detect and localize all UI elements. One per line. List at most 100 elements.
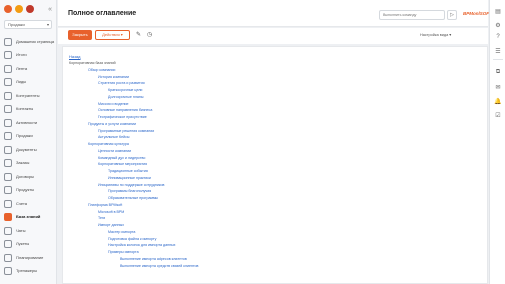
bucket-icon: [4, 240, 12, 249]
sidebar-item-label: Продажи: [16, 133, 33, 139]
chat-icon[interactable]: ☰: [494, 48, 502, 56]
sidebar-item[interactable]: Чаты: [0, 224, 56, 238]
toc-item[interactable]: Мастер импорта: [108, 230, 135, 234]
sidebar-item-label: Активности: [16, 119, 38, 125]
play-icon[interactable]: [15, 5, 23, 13]
sidebar-item-label: Договоры: [16, 173, 34, 179]
sidebar-item-label: Лента: [16, 65, 28, 71]
toc-item[interactable]: Обзор компании: [88, 68, 115, 72]
sidebar-item[interactable]: Домашняя страница: [0, 35, 56, 49]
sidebar-item-label: Тренажеры: [16, 268, 38, 274]
toc-item[interactable]: Командный дух и лидерство: [98, 156, 145, 160]
toc-item[interactable]: Импорт данных: [98, 223, 124, 227]
sidebar-item[interactable]: Продукты: [0, 184, 56, 198]
actions-button[interactable]: Действия ▾: [95, 30, 130, 40]
portal-select[interactable]: Продажи ▾: [4, 20, 52, 29]
copy-icon[interactable]: ⧉: [494, 68, 502, 76]
collapse-sidebar-icon[interactable]: «: [48, 6, 52, 13]
divider: [493, 59, 503, 60]
toc-item[interactable]: Географическое присутствие: [98, 115, 147, 119]
toc-item[interactable]: Основные направления бизнеса: [98, 108, 152, 112]
toc-item[interactable]: Microsoft в BPM: [98, 210, 124, 214]
sidebar-item[interactable]: Договоры: [0, 170, 56, 184]
sidebar-item[interactable]: База знаний: [0, 211, 56, 225]
chevron-down-icon: ▾: [46, 22, 49, 27]
toc-item[interactable]: Традиционные события: [108, 169, 148, 173]
sidebar-item[interactable]: Лента: [0, 62, 56, 76]
toc-item[interactable]: Корпоративная культура: [88, 142, 129, 146]
toc-item[interactable]: Платформа BPMsoft: [88, 203, 122, 207]
sidebar-item[interactable]: Продажи: [0, 130, 56, 144]
sidebar-item[interactable]: Лукеты: [0, 238, 56, 252]
close-button[interactable]: Закрыть: [68, 30, 92, 40]
record-icon[interactable]: [26, 5, 34, 13]
toc-item[interactable]: История компании: [98, 75, 129, 79]
back-link[interactable]: Назад: [69, 54, 80, 59]
sidebar-item[interactable]: Заказы: [0, 157, 56, 171]
toc-item[interactable]: Теги: [98, 216, 105, 220]
email-icon[interactable]: ✉: [494, 84, 502, 92]
toc-item[interactable]: Стратегия роста и развития: [98, 81, 145, 85]
toc-item[interactable]: Образовательные программы: [108, 196, 158, 200]
toc-item[interactable]: Инициативы по поддержке сотрудников: [98, 183, 164, 187]
toc-item[interactable]: Подготовка файла к импорту: [108, 237, 156, 241]
toc-item[interactable]: Ценности компании: [98, 149, 131, 153]
notification-center-icon[interactable]: ▤: [494, 8, 502, 16]
edit-icon[interactable]: ✎: [136, 31, 141, 39]
toc-item[interactable]: Продукты и услуги компании: [88, 122, 136, 126]
toc-item[interactable]: Краткосрочные цели: [108, 88, 142, 92]
orders-icon: [4, 159, 12, 168]
toc-item[interactable]: Корпоративная база знаний: [69, 61, 116, 65]
toc-item[interactable]: Выполнение импорта adресов клиентов: [120, 257, 187, 261]
chats-icon: [4, 226, 12, 235]
planning-icon: [4, 253, 12, 262]
help-icon[interactable]: ?: [494, 33, 502, 41]
knowledge-base-icon: [4, 213, 12, 222]
view-settings-button[interactable]: Настройка вида ▾: [420, 32, 451, 37]
toc-item[interactable]: Примеры импорта: [108, 250, 139, 254]
sidebar-item-label: Документы: [16, 146, 37, 152]
sidebar-item-label: Продукты: [16, 187, 35, 193]
sidebar-item-label: Итоги: [16, 52, 27, 58]
toc-item[interactable]: Долгосрочные планы: [108, 95, 143, 99]
sidebar-item[interactable]: Счета: [0, 197, 56, 211]
sidebar-item[interactable]: Активности: [0, 116, 56, 130]
sidebar-item[interactable]: Контрагенты: [0, 89, 56, 103]
invoices-icon: [4, 199, 12, 208]
page-title: Полное оглавление: [68, 10, 137, 17]
toc-item[interactable]: Актуальные Кейсы: [98, 135, 129, 139]
bell-icon[interactable]: 🔔: [494, 98, 502, 106]
sidebar-item-label: Лукеты: [16, 241, 30, 247]
documents-icon: [4, 145, 12, 154]
sidebar-item[interactable]: Итоги: [0, 49, 56, 63]
toc-content: Назад Корпоративная база знаний Обзор ком…: [62, 46, 488, 284]
activities-icon: [4, 118, 12, 127]
sidebar-item-label: Контрагенты: [16, 92, 40, 98]
run-command-icon[interactable]: ▷: [447, 10, 457, 20]
sidebar-item[interactable]: Документы: [0, 143, 56, 157]
portal-select-value: Продажи: [8, 22, 25, 27]
sidebar-item[interactable]: Контакты: [0, 103, 56, 117]
main-area: Полное оглавление Выполнить команду ▷ BP…: [58, 0, 492, 284]
products-icon: [4, 186, 12, 195]
contracts-icon: [4, 172, 12, 181]
logo-icon[interactable]: [4, 5, 12, 13]
settings-icon[interactable]: ⚙: [494, 22, 502, 30]
sidebar-item[interactable]: Планирование: [0, 251, 56, 265]
toc-item[interactable]: Корпоративные мероприятия: [98, 162, 147, 166]
sidebar-item[interactable]: Лиды: [0, 76, 56, 90]
task-icon[interactable]: ☑: [494, 112, 502, 120]
toc-item[interactable]: Настройка колонок для импорта данных: [108, 243, 175, 247]
opportunities-icon: [4, 132, 12, 141]
page-header: Полное оглавление Выполнить команду ▷ BP…: [58, 0, 492, 27]
sidebar-top: «: [0, 0, 56, 18]
toc-item[interactable]: Программные решения компании: [98, 129, 154, 133]
sidebar-item[interactable]: Тренажеры: [0, 265, 56, 279]
accounts-icon: [4, 91, 12, 100]
command-input[interactable]: Выполнить команду: [379, 10, 445, 20]
history-icon[interactable]: ◷: [147, 31, 152, 39]
toc-item[interactable]: Инновационные практики: [108, 176, 151, 180]
toc-item[interactable]: Программы благополучия: [108, 189, 151, 193]
toc-item[interactable]: Выполнение импорта средств связей клиент…: [120, 264, 198, 268]
toc-item[interactable]: Миссия и видение: [98, 102, 129, 106]
